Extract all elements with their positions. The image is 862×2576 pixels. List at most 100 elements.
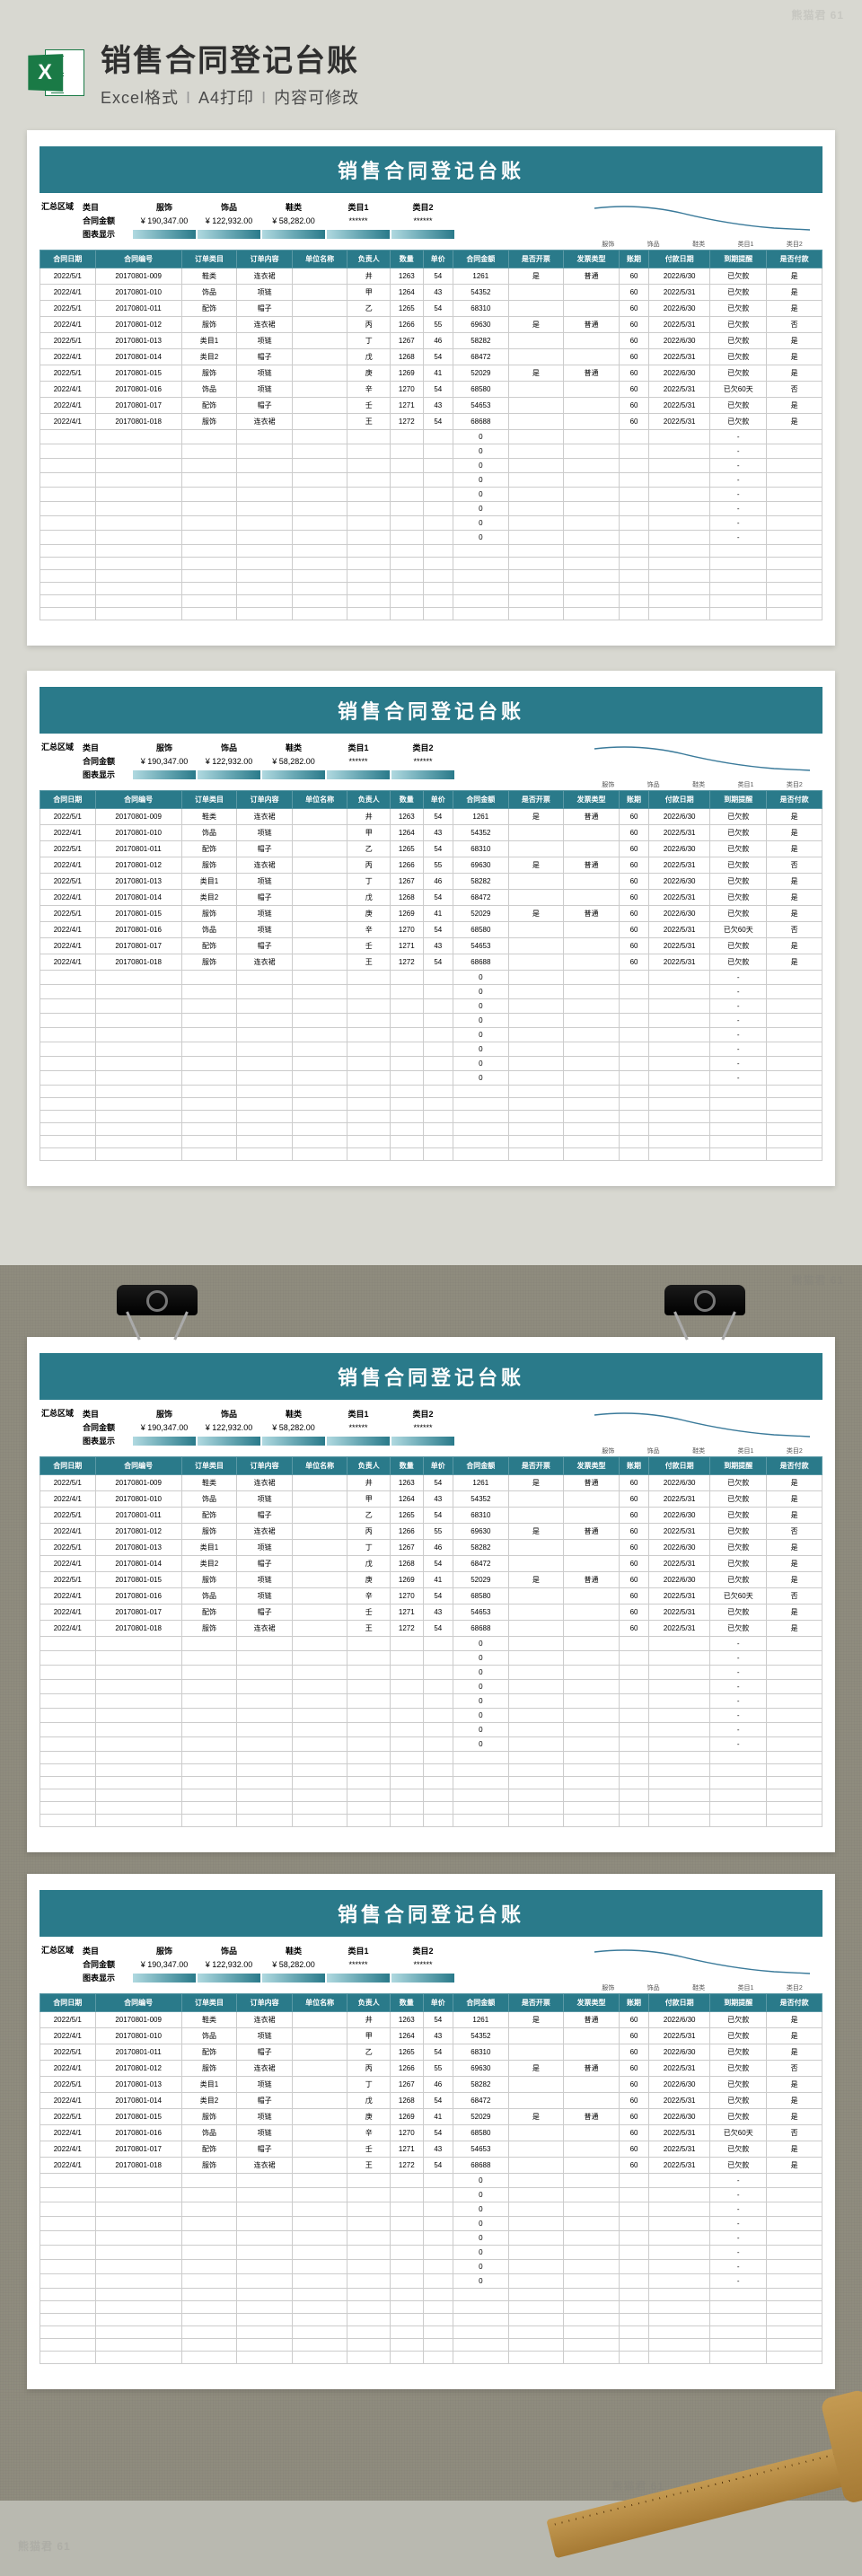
table-row: 2022/4/120170801-018服饰连衣裙王12725468688602…	[40, 2158, 822, 2174]
column-header: 到期提醒	[710, 1994, 767, 2012]
mockup-section: 熊猫君 61 熊猫君 61 销售合同登记台账汇总区域类目服饰饰品鞋类类目1类目2…	[0, 1265, 862, 2501]
column-header: 单价	[423, 1457, 453, 1475]
table-row: 0-	[40, 1637, 822, 1651]
watermark: 熊猫君 61	[18, 2538, 71, 2554]
sheet-banner: 销售合同登记台账	[40, 1353, 822, 1400]
column-header: 账期	[619, 1994, 648, 2012]
summary-category: 服饰	[133, 1407, 196, 1420]
table-row: 2022/4/120170801-014类目2帽子戊12685468472602…	[40, 1556, 822, 1572]
table-row: 0-	[40, 2202, 822, 2217]
table-row	[40, 1802, 822, 1815]
summary-bar	[327, 1974, 390, 1983]
column-header: 订单类目	[181, 1994, 237, 2012]
table-row	[40, 2352, 822, 2364]
table-row: 2022/4/120170801-018服饰连衣裙王12725468688602…	[40, 414, 822, 430]
column-header: 合同编号	[95, 791, 181, 809]
table-row: 0-	[40, 2274, 822, 2289]
column-header: 付款日期	[649, 1994, 710, 2012]
table-row: 0-	[40, 1014, 822, 1028]
summary-bar	[391, 1974, 454, 1983]
summary-amount: ¥ 190,347.00	[133, 1422, 196, 1433]
table-row: 0-	[40, 516, 822, 531]
summary-bar	[198, 1437, 260, 1446]
table-row: 2022/5/120170801-015服饰项链庚12694152029是普通6…	[40, 906, 822, 922]
table-row: 2022/4/120170801-012服饰连衣裙丙12665569630是普通…	[40, 1524, 822, 1540]
summary-amount: ******	[327, 215, 390, 226]
column-header: 是否开票	[508, 251, 564, 268]
table-row: 0-	[40, 2260, 822, 2274]
summary-category: 饰品	[198, 1944, 260, 1957]
table-row: 2022/4/120170801-016饰品项链辛127054685806020…	[40, 1588, 822, 1605]
summary-amount: ¥ 58,282.00	[262, 1959, 325, 1970]
column-header: 合同日期	[40, 1457, 96, 1475]
summary-category: 服饰	[133, 741, 196, 754]
table-row: 0-	[40, 985, 822, 999]
table-row	[40, 1136, 822, 1148]
summary-amount: ¥ 190,347.00	[133, 1959, 196, 1970]
column-header: 数量	[390, 1994, 423, 2012]
summary-category: 服饰	[133, 200, 196, 214]
column-header: 单价	[423, 791, 453, 809]
summary-bar	[133, 1974, 196, 1983]
sheet-preview: 销售合同登记台账汇总区域类目服饰饰品鞋类类目1类目2合同金额¥ 190,347.…	[27, 671, 835, 1186]
table-row	[40, 1123, 822, 1136]
table-row	[40, 608, 822, 620]
summary-amount: ¥ 58,282.00	[262, 215, 325, 226]
table-row: 0-	[40, 502, 822, 516]
table-row: 2022/4/120170801-010饰品项链甲126443543526020…	[40, 2028, 822, 2044]
sheet-preview: 销售合同登记台账汇总区域类目服饰饰品鞋类类目1类目2合同金额¥ 190,347.…	[27, 1337, 835, 1852]
summary-category: 鞋类	[262, 200, 325, 214]
summary-amount: ******	[391, 215, 454, 226]
table-row	[40, 1777, 822, 1789]
column-header: 数量	[390, 1457, 423, 1475]
column-header: 付款日期	[649, 1457, 710, 1475]
column-header: 合同金额	[453, 251, 509, 268]
column-header: 账期	[619, 251, 648, 268]
table-row: 0-	[40, 473, 822, 488]
column-header: 合同日期	[40, 1994, 96, 2012]
column-header: 账期	[619, 1457, 648, 1475]
table-row: 2022/4/120170801-012服饰连衣裙丙12665569630是普通…	[40, 857, 822, 874]
table-row: 2022/4/120170801-016饰品项链辛127054685806020…	[40, 382, 822, 398]
table-row	[40, 1098, 822, 1111]
table-row	[40, 1111, 822, 1123]
table-row: 2022/4/120170801-012服饰连衣裙丙12665569630是普通…	[40, 317, 822, 333]
table-row	[40, 1752, 822, 1764]
summary-bar	[133, 230, 196, 239]
summary-category: 类目2	[391, 1944, 454, 1957]
column-header: 是否开票	[508, 1994, 564, 2012]
binder-clips	[0, 1285, 862, 1348]
column-header: 订单类目	[181, 791, 237, 809]
watermark: 熊猫君 61	[791, 7, 844, 22]
table-row: 0-	[40, 1042, 822, 1057]
table-row	[40, 1148, 822, 1161]
table-row: 2022/5/120170801-009鞋类连衣裙井1263541261是普通6…	[40, 2012, 822, 2028]
column-header: 单价	[423, 1994, 453, 2012]
summary-area: 汇总区域类目服饰饰品鞋类类目1类目2合同金额¥ 190,347.00¥ 122,…	[40, 734, 822, 790]
summary-category: 类目1	[327, 741, 390, 754]
summary-amount: ¥ 122,932.00	[198, 756, 260, 767]
summary-bar	[391, 1437, 454, 1446]
table-row: 2022/4/120170801-017配饰帽子壬127143546536020…	[40, 2141, 822, 2158]
table-row	[40, 570, 822, 583]
summary-category: 饰品	[198, 200, 260, 214]
table-row	[40, 2339, 822, 2352]
table-row	[40, 2314, 822, 2326]
table-row: 0-	[40, 2231, 822, 2246]
column-header: 是否付款	[767, 1457, 822, 1475]
summary-bar	[133, 770, 196, 779]
table-row: 0-	[40, 2217, 822, 2231]
table-row: 2022/4/120170801-018服饰连衣裙王12725468688602…	[40, 1621, 822, 1637]
summary-category: 饰品	[198, 741, 260, 754]
table-row: 2022/4/120170801-010饰品项链甲126443543526020…	[40, 285, 822, 301]
column-header: 合同金额	[453, 1457, 509, 1475]
table-row	[40, 595, 822, 608]
summary-category: 鞋类	[262, 1407, 325, 1420]
table-row	[40, 2289, 822, 2301]
summary-amount: ¥ 58,282.00	[262, 1422, 325, 1433]
column-header: 到期提醒	[710, 251, 767, 268]
column-header: 是否付款	[767, 251, 822, 268]
table-row: 2022/5/120170801-013类目1项链丁12674658282602…	[40, 333, 822, 349]
table-row: 2022/5/120170801-013类目1项链丁12674658282602…	[40, 874, 822, 890]
sheet-preview: 销售合同登记台账汇总区域类目服饰饰品鞋类类目1类目2合同金额¥ 190,347.…	[27, 1874, 835, 2389]
